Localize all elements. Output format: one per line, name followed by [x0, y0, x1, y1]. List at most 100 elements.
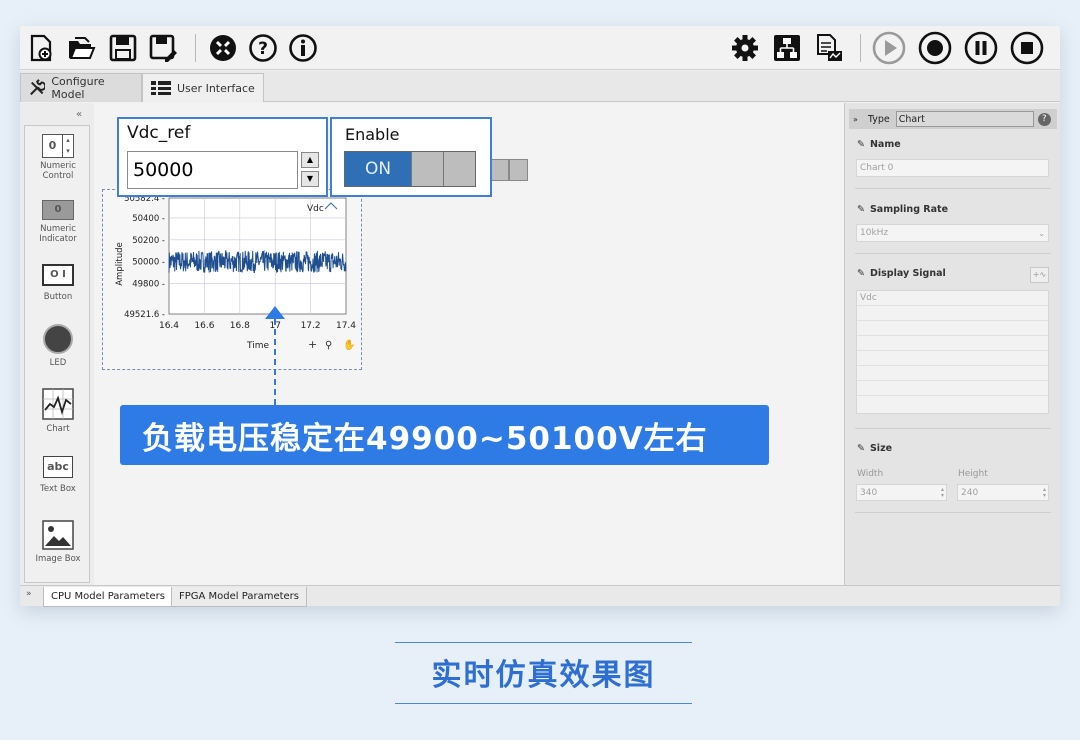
legend-label: Vdc [307, 204, 324, 214]
x-tick-label: 16.6 [194, 321, 214, 331]
parameter-tabs: » CPU Model Parameters FPGA Model Parame… [20, 585, 1060, 607]
pointer-arrow-head [265, 306, 285, 319]
workspace: « 0 ▴ ▾ Numeric Control 0 Numeric Indicat… [20, 103, 1060, 585]
wrench-icon [30, 79, 46, 96]
palette-label: Numeric [40, 224, 76, 234]
palette-numeric-control[interactable]: 0 ▴ ▾ Numeric Control [25, 134, 91, 181]
tab-configure-model[interactable]: Configure Model [20, 73, 142, 102]
type-label: Type [867, 113, 890, 125]
size-label: Size [869, 443, 893, 454]
signal-list-item[interactable]: Vdc [857, 291, 1048, 306]
sampling-rate-value: 10kHz [860, 228, 889, 238]
toggle-on-state: ON [345, 152, 411, 186]
palette-label: Indicator [39, 234, 77, 244]
enable-toggle[interactable]: ON [344, 151, 476, 187]
height-stepper[interactable]: ▴ ▾ [1043, 486, 1046, 499]
height-field[interactable]: 240 ▴ ▾ [957, 484, 1049, 501]
palette-chart[interactable]: Chart [25, 388, 91, 434]
edit-pencil-icon: ✎ [857, 139, 865, 150]
y-tick-label: 49800 - [132, 280, 165, 290]
palette-text-box[interactable]: abc Text Box [25, 456, 91, 494]
tools-icon[interactable] [208, 33, 238, 63]
toolbar-separator [195, 34, 196, 62]
x-tick-label: 16.4 [159, 321, 179, 331]
tab-user-interface[interactable]: User Interface [142, 73, 264, 102]
background-toggle [490, 159, 528, 181]
view-tabs: Configure Model User Interface [20, 71, 1060, 102]
vdc-ref-input[interactable]: 50000 [127, 151, 298, 189]
y-tick-label: 50400 - [132, 214, 165, 224]
height-value: 240 [961, 487, 979, 498]
palette-label: LED [49, 358, 67, 368]
open-folder-icon[interactable] [66, 33, 96, 63]
type-value[interactable]: Chart [895, 111, 1034, 127]
pointer-dashed-line [274, 319, 276, 405]
sampling-rate-select[interactable]: 10kHz ⌄ [856, 224, 1049, 242]
type-row: » Type Chart ? [849, 109, 1057, 129]
pan-tool-icon[interactable]: ✋ [343, 338, 355, 351]
toolbar-separator [860, 34, 861, 62]
chart-widget[interactable]: 50582.4 -50400 -50200 -50000 -49800 -495… [102, 189, 362, 370]
palette-image-box[interactable]: Image Box [25, 520, 91, 564]
width-field[interactable]: 340 ▴ ▾ [856, 484, 947, 501]
display-signal-label: Display Signal [869, 268, 946, 279]
record-icon[interactable] [918, 31, 952, 65]
save-as-icon[interactable] [148, 33, 178, 63]
network-icon[interactable] [772, 33, 802, 63]
app-window: ? Configure Model User Interface « 0 ▴ ▾… [20, 26, 1060, 607]
save-icon[interactable] [108, 33, 138, 63]
signal-list: Vdc [856, 290, 1049, 414]
chart-widget-icon [42, 388, 74, 420]
palette-button[interactable]: O I Button [25, 264, 91, 302]
increment-button[interactable]: ▲ [301, 152, 319, 168]
decrement-button[interactable]: ▼ [301, 171, 319, 187]
properties-panel: » Type Chart ? ✎ Name Chart 0 ✎ Sampling R… [844, 103, 1060, 585]
help-icon[interactable]: ? [1037, 112, 1051, 126]
vdc-ref-title: Vdc_ref [127, 123, 191, 143]
size-label-row: ✎ Size [857, 443, 892, 454]
palette-label: Text Box [40, 484, 76, 494]
palette-label: Image Box [35, 554, 81, 564]
figure-caption: 实时仿真效果图 [431, 658, 656, 693]
zoom-tool-icon[interactable]: ⚲ [325, 340, 332, 351]
toolbar: ? [20, 26, 1060, 70]
x-tick-label: 16.8 [230, 321, 250, 331]
numeric-control-icon: 0 ▴ ▾ [42, 134, 74, 158]
tab-cpu-model-parameters[interactable]: CPU Model Parameters [43, 587, 173, 607]
led-icon [43, 324, 73, 354]
edit-pencil-icon: ✎ [857, 204, 865, 215]
width-stepper[interactable]: ▴ ▾ [941, 486, 944, 499]
palette-numeric-indicator[interactable]: 0 Numeric Indicator [25, 200, 91, 244]
name-label: Name [869, 139, 901, 150]
cursor-tool-icon[interactable]: + [308, 338, 317, 351]
tab-fpga-model-parameters[interactable]: FPGA Model Parameters [171, 587, 307, 607]
info-icon[interactable] [288, 33, 318, 63]
help-icon[interactable]: ? [248, 33, 278, 63]
collapse-icon[interactable]: » [26, 589, 32, 599]
y-tick-label: 50200 - [132, 236, 165, 246]
divider [855, 428, 1051, 429]
annotation-banner: 负载电压稳定在49900~50100V左右 [120, 405, 769, 465]
add-signal-button[interactable]: +∿ [1030, 267, 1049, 283]
enable-title: Enable [345, 125, 400, 144]
collapse-palette-icon[interactable]: « [76, 109, 82, 120]
design-canvas: 50582.4 -50400 -50200 -50000 -49800 -495… [94, 103, 844, 585]
chart-tools[interactable]: + ⚲ ✋ [308, 338, 355, 351]
sampling-rate-label: Sampling Rate [869, 204, 949, 215]
edit-pencil-icon: ✎ [857, 268, 865, 279]
new-file-icon[interactable] [26, 33, 56, 63]
palette-label: Numeric [40, 161, 76, 171]
numeric-control-glyph: 0 [48, 139, 57, 152]
name-field[interactable]: Chart 0 [856, 159, 1049, 177]
play-icon[interactable] [872, 31, 906, 65]
y-tick-label: 49521.6 - [124, 310, 165, 320]
x-tick-label: 17.4 [336, 321, 356, 331]
stop-icon[interactable] [1010, 31, 1044, 65]
caption-top-line [395, 642, 692, 643]
expand-icon[interactable]: » [853, 115, 858, 124]
palette-led[interactable]: LED [25, 324, 91, 368]
report-icon[interactable] [814, 33, 844, 63]
gear-icon[interactable] [730, 33, 760, 63]
svg-text:?: ? [258, 39, 268, 59]
pause-icon[interactable] [964, 31, 998, 65]
